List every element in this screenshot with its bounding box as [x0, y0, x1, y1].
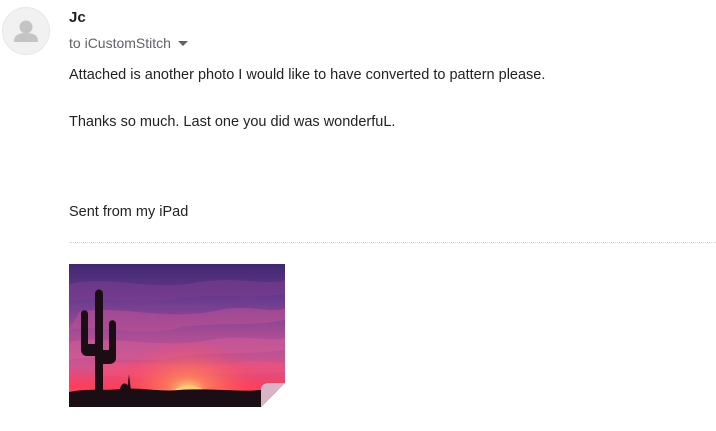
recipient-prefix: to: [69, 35, 81, 51]
recipient-name: iCustomStitch: [84, 35, 171, 51]
sunset-cactus-image: [69, 264, 285, 407]
message-line: Thanks so much. Last one you did was won…: [69, 114, 396, 130]
sender-avatar[interactable]: [2, 7, 50, 55]
recipient-details-toggle[interactable]: to iCustomStitch: [69, 35, 188, 51]
chevron-down-icon[interactable]: [177, 41, 188, 46]
attachment-divider: [69, 242, 716, 243]
sender-name[interactable]: Jc: [69, 9, 86, 26]
message-line: Attached is another photo I would like t…: [69, 67, 546, 83]
person-icon: [14, 20, 38, 42]
attachment-thumbnail[interactable]: [69, 264, 285, 407]
message-signature: Sent from my iPad: [69, 204, 189, 220]
